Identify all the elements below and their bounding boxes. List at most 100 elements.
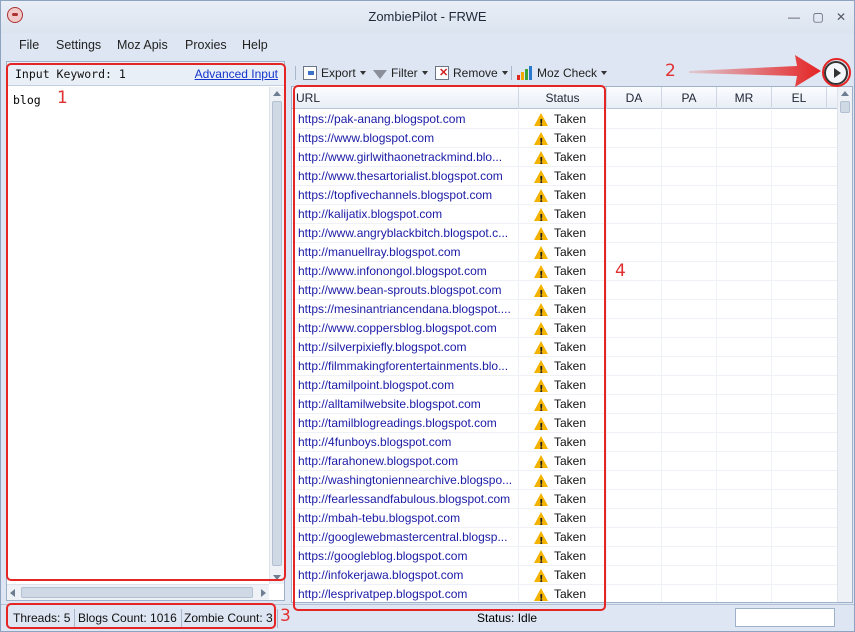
pa-cell (662, 433, 717, 452)
da-cell (607, 167, 662, 186)
da-cell (607, 490, 662, 509)
title-bar: ZombiePilot - FRWE — ▢ ✕ (1, 1, 854, 33)
da-cell (607, 452, 662, 471)
scroll-left-icon[interactable] (10, 589, 15, 597)
mr-cell (717, 376, 772, 395)
da-cell (607, 110, 662, 129)
pa-cell (662, 395, 717, 414)
pa-cell (662, 528, 717, 547)
export-label: Export (321, 66, 356, 80)
el-cell (772, 110, 827, 129)
pa-cell (662, 357, 717, 376)
remove-label: Remove (453, 66, 498, 80)
pa-cell (662, 376, 717, 395)
annotation-box-status (6, 603, 276, 629)
da-cell (607, 585, 662, 602)
filter-icon (373, 69, 387, 79)
pa-cell (662, 243, 717, 262)
app-window: ZombiePilot - FRWE — ▢ ✕ File Settings M… (0, 0, 855, 632)
annotation-box-results (293, 85, 606, 611)
mr-cell (717, 110, 772, 129)
pa-cell (662, 490, 717, 509)
el-cell (772, 471, 827, 490)
keyword-horizontal-scrollbar[interactable] (7, 584, 269, 600)
pa-cell (662, 585, 717, 602)
da-cell (607, 566, 662, 585)
mr-cell (717, 433, 772, 452)
mr-cell (717, 452, 772, 471)
da-cell (607, 528, 662, 547)
da-cell (607, 129, 662, 148)
close-button[interactable]: ✕ (830, 9, 852, 25)
export-icon (303, 66, 317, 80)
pa-cell (662, 262, 717, 281)
pa-cell (662, 186, 717, 205)
menu-settings[interactable]: Settings (56, 38, 101, 52)
menu-proxies[interactable]: Proxies (185, 38, 227, 52)
window-title: ZombiePilot - FRWE (368, 9, 487, 24)
da-cell (607, 338, 662, 357)
da-cell (607, 547, 662, 566)
maximize-button[interactable]: ▢ (807, 9, 829, 25)
table-vertical-scrollbar[interactable] (837, 87, 852, 602)
column-header-da[interactable]: DA (607, 87, 662, 109)
mr-cell (717, 490, 772, 509)
pa-cell (662, 167, 717, 186)
menu-help[interactable]: Help (242, 38, 268, 52)
mr-cell (717, 585, 772, 602)
scroll-thumb[interactable] (840, 101, 850, 113)
da-cell (607, 281, 662, 300)
scroll-thumb[interactable] (21, 587, 253, 598)
bar-chart-icon (517, 66, 533, 80)
filter-button[interactable]: Filter (373, 64, 428, 82)
el-cell (772, 243, 827, 262)
da-cell (607, 433, 662, 452)
moz-check-label: Moz Check (537, 66, 598, 80)
scroll-up-icon[interactable] (841, 91, 849, 96)
el-cell (772, 224, 827, 243)
el-cell (772, 167, 827, 186)
pa-cell (662, 509, 717, 528)
annotation-number: 1 (57, 88, 68, 108)
menu-file[interactable]: File (19, 38, 39, 52)
mr-cell (717, 281, 772, 300)
da-cell (607, 395, 662, 414)
da-cell (607, 148, 662, 167)
mr-cell (717, 566, 772, 585)
mr-cell (717, 186, 772, 205)
da-cell (607, 224, 662, 243)
mr-cell (717, 148, 772, 167)
pa-cell (662, 452, 717, 471)
mr-cell (717, 528, 772, 547)
minimize-button[interactable]: — (783, 9, 805, 25)
el-cell (772, 547, 827, 566)
menu-moz-apis[interactable]: Moz Apis (117, 38, 168, 52)
mr-cell (717, 300, 772, 319)
pa-cell (662, 338, 717, 357)
export-button[interactable]: Export (303, 64, 366, 82)
mr-cell (717, 338, 772, 357)
pa-cell (662, 148, 717, 167)
da-cell (607, 319, 662, 338)
toolbar-separator (295, 66, 296, 80)
moz-check-button[interactable]: Moz Check (517, 64, 608, 82)
el-cell (772, 509, 827, 528)
remove-button[interactable]: Remove (435, 64, 508, 82)
mr-cell (717, 471, 772, 490)
filter-label: Filter (391, 66, 418, 80)
el-cell (772, 338, 827, 357)
annotation-box-keyword (6, 63, 286, 581)
el-cell (772, 186, 827, 205)
annotation-number: 4 (615, 261, 626, 281)
scroll-right-icon[interactable] (261, 589, 266, 597)
pa-cell (662, 414, 717, 433)
mr-cell (717, 243, 772, 262)
mr-cell (717, 509, 772, 528)
el-cell (772, 357, 827, 376)
pa-cell (662, 110, 717, 129)
el-cell (772, 129, 827, 148)
pa-cell (662, 319, 717, 338)
mr-cell (717, 547, 772, 566)
remove-icon (435, 66, 449, 80)
mr-cell (717, 224, 772, 243)
